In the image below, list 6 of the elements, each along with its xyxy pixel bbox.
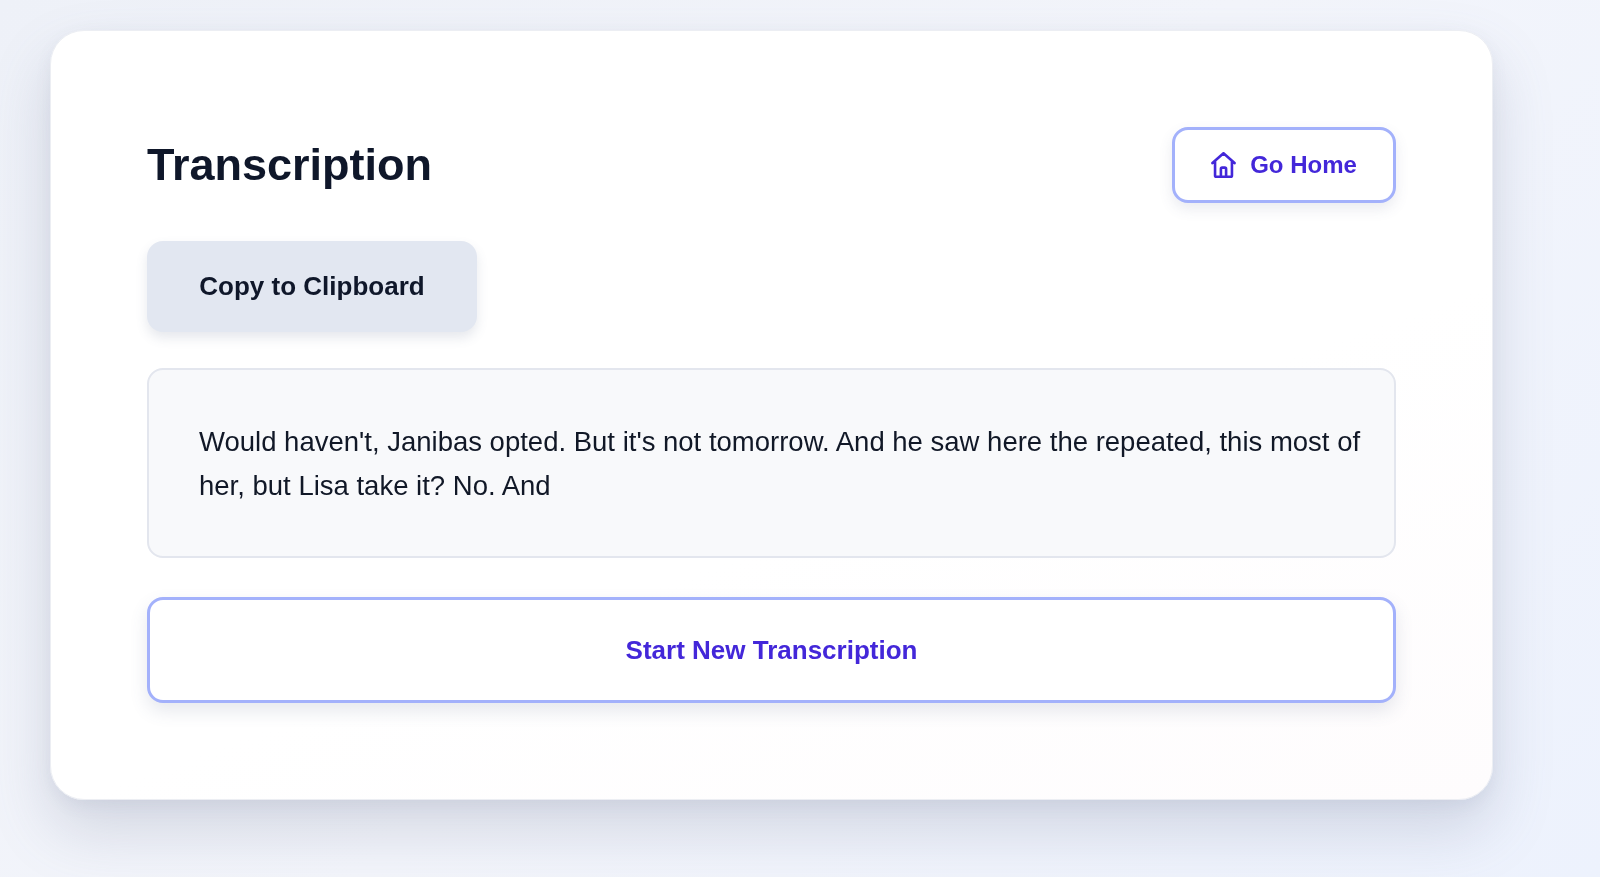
transcript-text: Would haven't, Janibas opted. But it's not tomorrow. And he saw here the repeated, this most of her, but Lisa take it? No. And — [199, 425, 1362, 503]
copy-to-clipboard-button[interactable]: Copy to Clipboard — [147, 241, 477, 332]
start-new-transcription-button[interactable]: Start New Transcription — [147, 597, 1396, 703]
page-title: Transcription — [147, 140, 433, 190]
home-icon — [1211, 152, 1237, 178]
go-home-button[interactable]: Go Home — [1172, 127, 1396, 203]
